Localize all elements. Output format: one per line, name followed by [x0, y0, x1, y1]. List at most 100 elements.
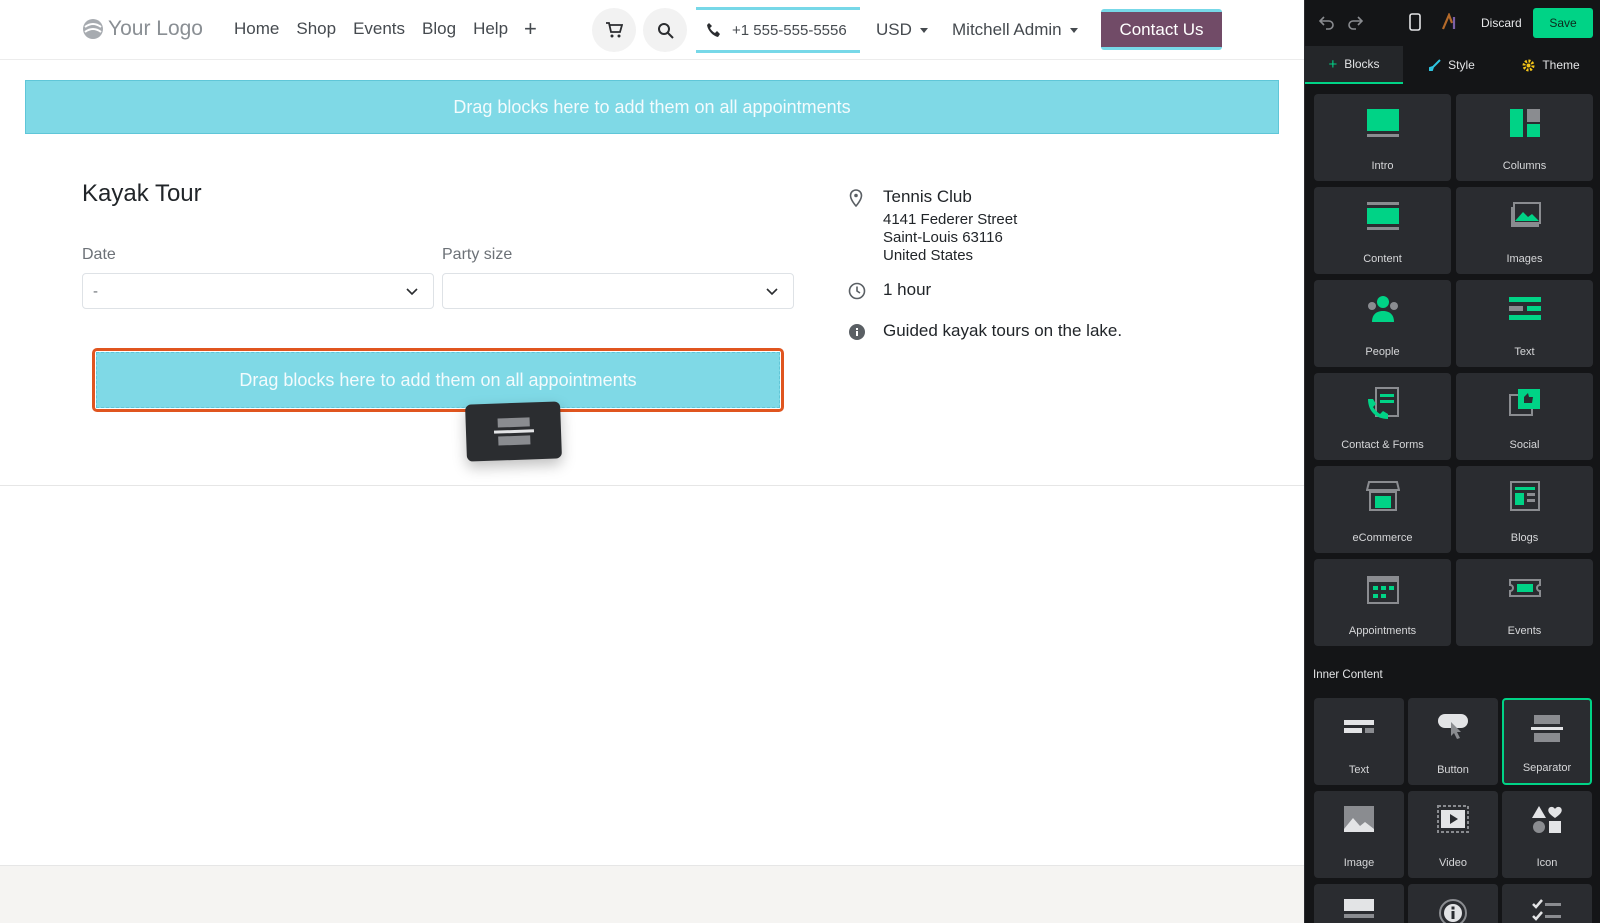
tab-theme-label: Theme — [1542, 58, 1580, 72]
inner-image[interactable]: Image — [1314, 791, 1404, 878]
website-preview: Your Logo Home Shop Events Blog Help + +… — [0, 0, 1304, 923]
inner-block-partial-2[interactable] — [1408, 884, 1498, 923]
block-appointments[interactable]: Appointments — [1314, 559, 1451, 646]
images-icon — [1510, 202, 1541, 227]
nav-events[interactable]: Events — [353, 19, 405, 39]
block-ecommerce[interactable]: eCommerce — [1314, 466, 1451, 553]
inner-separator-label: Separator — [1522, 762, 1572, 774]
main-menu: Home Shop Events Blog Help — [234, 19, 508, 39]
checklist-icon — [1532, 899, 1561, 921]
user-name: Mitchell Admin — [952, 20, 1062, 39]
party-size-select[interactable] — [442, 273, 794, 309]
block-text-label: Text — [1514, 346, 1535, 358]
save-button[interactable]: Save — [1533, 8, 1593, 38]
phone-number: +1 555-555-5556 — [732, 21, 847, 39]
section-divider — [0, 485, 1304, 486]
cart-button[interactable] — [592, 8, 636, 52]
dragged-separator-block[interactable] — [465, 401, 562, 462]
mobile-preview-icon[interactable] — [1409, 13, 1421, 31]
description-info: Guided kayak tours on the lake. — [848, 321, 1188, 345]
user-menu[interactable]: Mitchell Admin — [952, 20, 1078, 40]
tab-blocks[interactable]: + Blocks — [1305, 46, 1403, 84]
inner-text-label: Text — [1348, 764, 1370, 776]
tab-style[interactable]: Style — [1403, 46, 1501, 84]
nav-shop[interactable]: Shop — [296, 19, 336, 39]
gear-icon — [1522, 59, 1535, 71]
block-blogs-label: Blogs — [1510, 532, 1539, 544]
ai-tools-icon[interactable] — [1441, 13, 1459, 31]
clock-icon — [848, 282, 866, 300]
block-contact-forms-label: Contact & Forms — [1341, 439, 1424, 451]
block-social-label: Social — [1509, 439, 1540, 451]
info-icon — [849, 324, 865, 340]
inner-button[interactable]: Button — [1408, 698, 1498, 785]
inner-separator[interactable]: Separator — [1502, 698, 1592, 785]
block-events-label: Events — [1507, 625, 1542, 637]
button-icon — [1438, 714, 1468, 739]
caret-down-icon — [1069, 27, 1078, 33]
inner-text[interactable]: Text — [1314, 698, 1404, 785]
block-social[interactable]: Social — [1456, 373, 1593, 460]
block-intro-label: Intro — [1371, 160, 1394, 172]
info-circle-icon — [1439, 899, 1467, 923]
chevron-down-icon — [406, 288, 418, 296]
plus-icon: + — [1328, 55, 1338, 73]
nav-help[interactable]: Help — [473, 19, 508, 39]
text-icon — [1508, 297, 1541, 320]
store-icon — [1365, 481, 1400, 511]
editor-panel: Discard Save + Blocks Style Theme Intro … — [1304, 0, 1600, 923]
chevron-down-icon — [766, 288, 778, 296]
inner-icon-label: Icon — [1536, 857, 1558, 869]
location-name: Tennis Club — [883, 187, 972, 206]
separator-icon — [1531, 715, 1563, 742]
block-images[interactable]: Images — [1456, 187, 1593, 274]
tab-theme[interactable]: Theme — [1501, 46, 1600, 84]
block-images-label: Images — [1506, 253, 1543, 265]
date-select[interactable]: - — [82, 273, 434, 309]
undo-icon[interactable] — [1319, 14, 1335, 30]
block-text[interactable]: Text — [1456, 280, 1593, 367]
inner-icon[interactable]: Icon — [1502, 791, 1592, 878]
contact-form-icon — [1367, 387, 1399, 419]
appointment-title: Kayak Tour — [82, 180, 202, 207]
separator-icon — [493, 416, 534, 446]
contact-us-button[interactable]: Contact Us — [1101, 9, 1222, 50]
panel-tabs: + Blocks Style Theme — [1305, 46, 1600, 84]
description-text: Guided kayak tours on the lake. — [883, 321, 1123, 340]
card-icon — [1344, 899, 1374, 918]
block-contact-forms[interactable]: Contact & Forms — [1314, 373, 1451, 460]
phone-link[interactable]: +1 555-555-5556 — [696, 7, 860, 53]
discard-button[interactable]: Discard — [1481, 16, 1522, 30]
block-intro[interactable]: Intro — [1314, 94, 1451, 181]
location-city: Saint-Louis 63116 — [883, 229, 1003, 246]
date-label: Date — [82, 246, 116, 263]
block-events[interactable]: Events — [1456, 559, 1593, 646]
search-button[interactable] — [643, 8, 687, 52]
site-logo[interactable]: Your Logo — [82, 17, 203, 41]
inner-video-label: Video — [1439, 857, 1467, 869]
dropzone-top[interactable]: Drag blocks here to add them on all appo… — [25, 80, 1279, 134]
inner-button-label: Button — [1437, 764, 1469, 776]
logo-icon — [83, 19, 103, 39]
duration-value: 1 hour — [883, 280, 932, 299]
date-value: - — [93, 282, 98, 300]
nav-blog[interactable]: Blog — [422, 19, 456, 39]
dropzone-middle[interactable]: Drag blocks here to add them on all appo… — [96, 352, 780, 408]
currency-dropdown[interactable]: USD — [876, 20, 928, 40]
block-content[interactable]: Content — [1314, 187, 1451, 274]
nav-home[interactable]: Home — [234, 19, 279, 39]
inner-block-partial-1[interactable] — [1314, 884, 1404, 923]
add-menu-item-button[interactable]: + — [524, 16, 537, 42]
inner-block-partial-3[interactable] — [1502, 884, 1592, 923]
block-blogs[interactable]: Blogs — [1456, 466, 1593, 553]
video-icon — [1437, 805, 1469, 833]
tab-blocks-label: Blocks — [1344, 57, 1380, 71]
block-people[interactable]: People — [1314, 280, 1451, 367]
block-columns[interactable]: Columns — [1456, 94, 1593, 181]
paintbrush-icon — [1429, 59, 1441, 71]
ticket-icon — [1508, 579, 1541, 597]
block-appointments-label: Appointments — [1348, 625, 1417, 637]
people-icon — [1367, 296, 1398, 322]
inner-video[interactable]: Video — [1408, 791, 1498, 878]
redo-icon[interactable] — [1347, 14, 1363, 30]
